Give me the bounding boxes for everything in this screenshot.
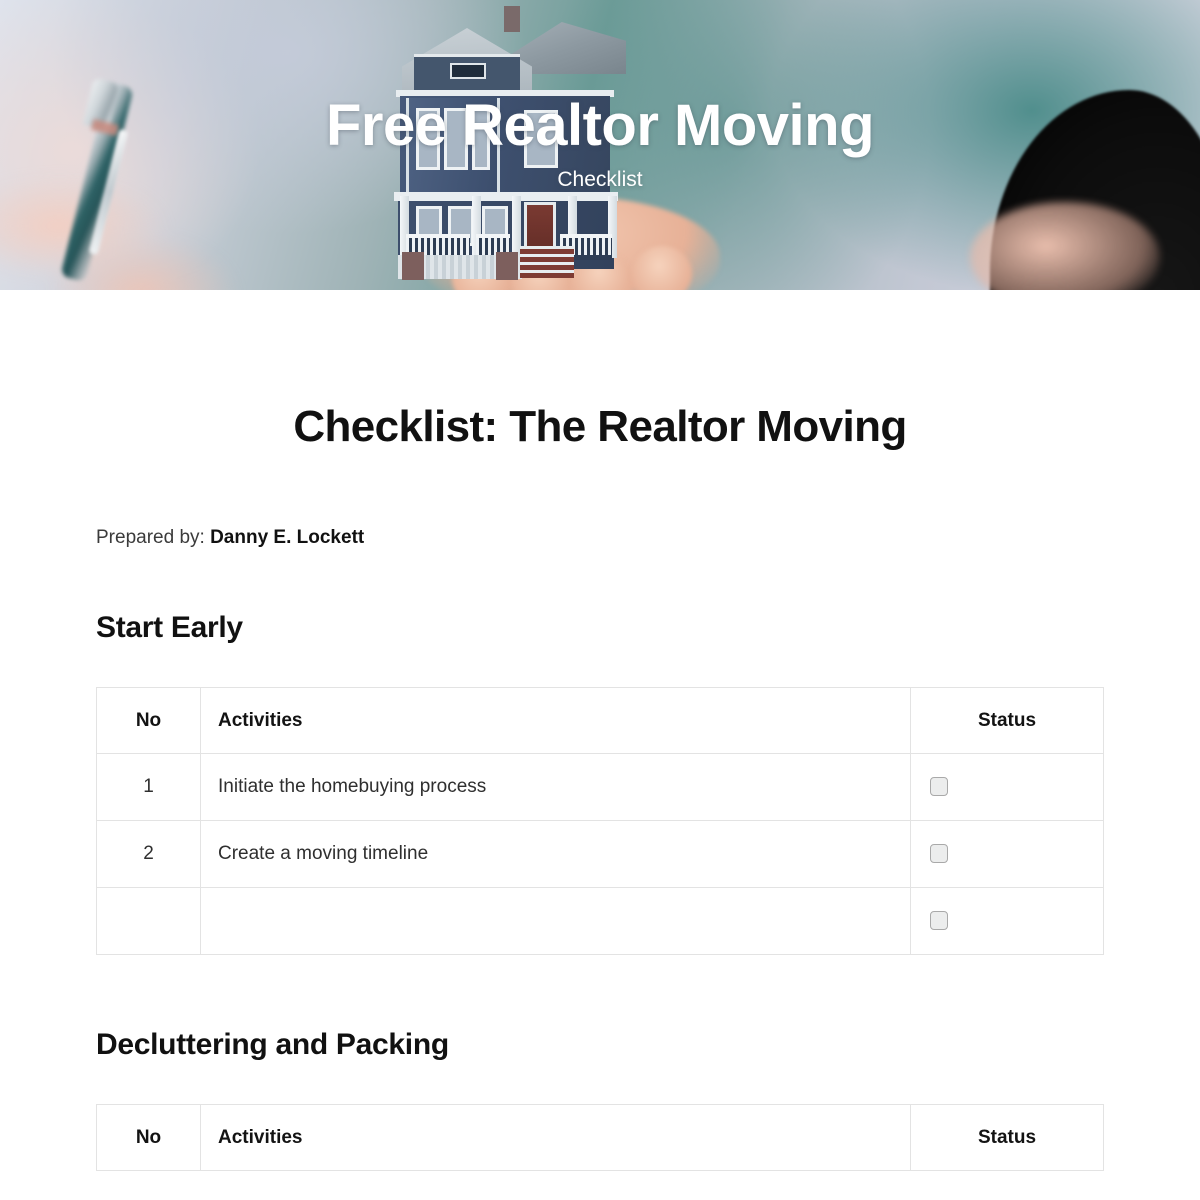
page-title: Checklist: The Realtor Moving [293,402,907,451]
hero-title: Free Realtor Moving [325,93,875,158]
house-pier [496,252,518,280]
house-chimney [504,6,520,32]
row-activity [200,887,911,955]
status-checkbox[interactable] [930,911,948,931]
status-checkbox[interactable] [930,777,948,797]
row-status [910,820,1104,888]
hero-banner: Free Realtor Moving Checklist [0,0,1200,290]
checklist-table-decluttering-and-packing: No Activities Status [96,1104,1104,1171]
column-header-activities: Activities [200,687,911,754]
table-header-row: No Activities Status [96,687,1104,754]
prepared-by-name: Danny E. Lockett [210,527,365,548]
column-header-no: No [96,1104,201,1171]
column-header-activities: Activities [200,1104,911,1171]
row-number: 1 [96,753,201,821]
document-body: Checklist: The Realtor Moving Prepared b… [0,290,1200,1171]
status-checkbox[interactable] [930,844,948,864]
row-activity: Initiate the homebuying process [200,753,911,821]
section-heading-start-early: Start Early [96,611,243,644]
row-number: 2 [96,820,201,888]
house-porch-roof [394,192,618,201]
table-row: 2 Create a moving timeline [96,820,1104,888]
table-header-row: No Activities Status [96,1104,1104,1171]
hero-subtitle: Checklist [557,168,643,191]
house-attic-window [450,63,486,79]
column-header-no: No [96,687,201,754]
row-status [910,887,1104,955]
house-front-steps [520,246,574,278]
section-heading-decluttering-and-packing: Decluttering and Packing [96,1028,449,1061]
table-row [96,887,1104,955]
checklist-table-start-early: No Activities Status 1 Initiate the home… [96,687,1104,955]
prepared-by: Prepared by: Danny E. Lockett [96,527,1104,549]
house-pier [402,252,424,280]
prepared-by-label: Prepared by: [96,527,205,548]
table-row: 1 Initiate the homebuying process [96,753,1104,821]
row-number [96,887,201,955]
row-status [910,753,1104,821]
column-header-status: Status [910,687,1104,754]
row-activity: Create a moving timeline [200,820,911,888]
column-header-status: Status [910,1104,1104,1171]
